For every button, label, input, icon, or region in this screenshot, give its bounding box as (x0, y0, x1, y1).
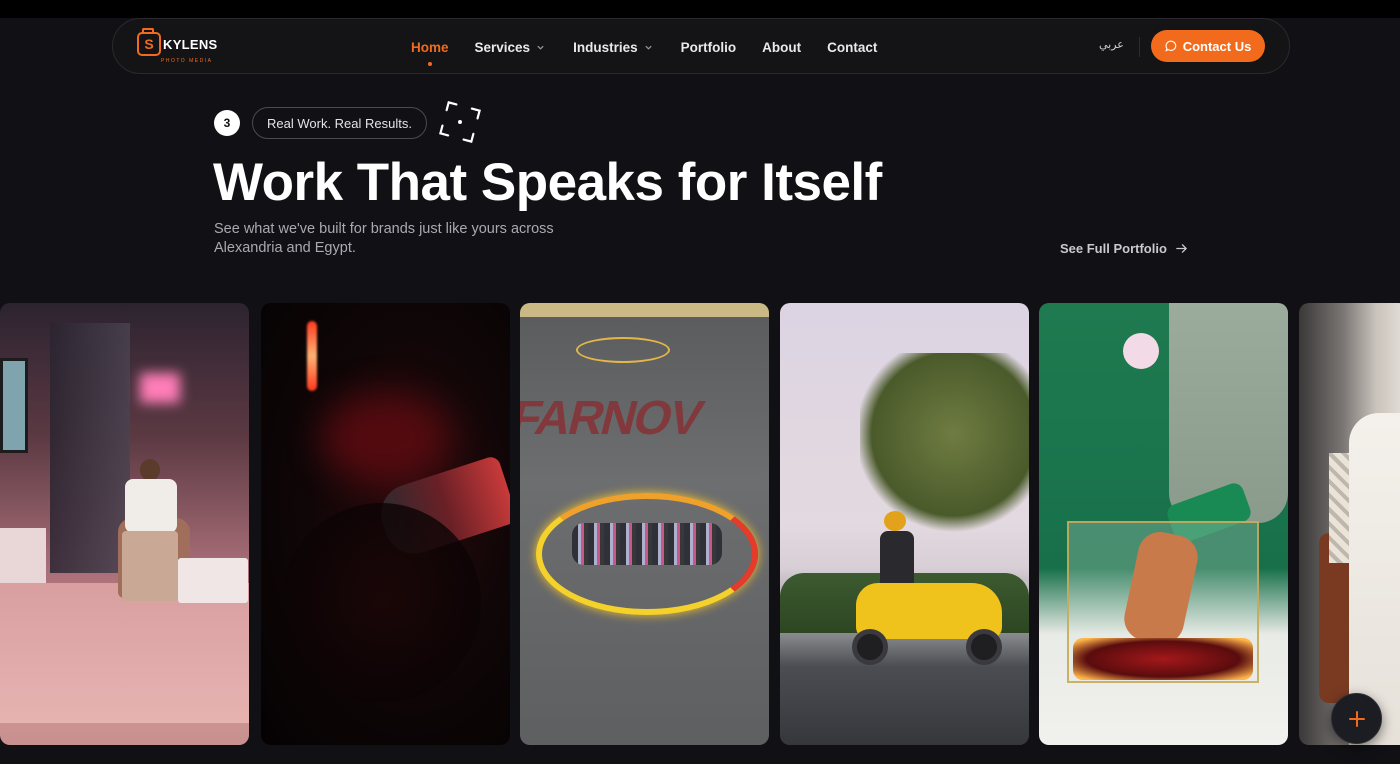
person-head-image (140, 459, 160, 481)
scooters-group-image (572, 523, 722, 565)
contact-us-label: Contact Us (1182, 38, 1252, 54)
plus-icon (1348, 710, 1365, 727)
arrow-right-icon (1176, 244, 1187, 253)
portfolio-card-aerial[interactable]: FARNOV (520, 303, 769, 745)
contact-us-button[interactable]: Contact Us (1151, 30, 1265, 62)
logo-text: KYLENS (163, 36, 218, 52)
left-cabinet-image (0, 528, 46, 583)
nav-item-services[interactable]: Services (475, 40, 546, 55)
tv-screen-image (0, 358, 28, 453)
browser-top-strip (0, 0, 1400, 18)
portfolio-card-living-room[interactable] (0, 303, 249, 745)
nav-portfolio-label: Portfolio (680, 39, 737, 55)
portfolio-card-seated-woman[interactable] (1299, 303, 1400, 745)
floor-image (0, 583, 249, 723)
red-glow-image (321, 393, 451, 483)
nav-home-label: Home (411, 39, 449, 55)
nav-links: Home Services Industries Portfolio About… (411, 19, 877, 75)
helipad-marking-image (576, 337, 670, 363)
scooter-rear-wheel-image (852, 629, 888, 665)
nav-item-contact[interactable]: Contact (827, 40, 877, 55)
section-step-badge: 3 (214, 110, 240, 136)
rider-helmet-image (884, 511, 906, 531)
chevron-down-icon (644, 45, 652, 50)
person-legs-image (122, 531, 178, 601)
portfolio-card-glass-box[interactable] (1039, 303, 1288, 745)
scooter-front-wheel-image (966, 629, 1002, 665)
logo-letter: S (144, 36, 154, 52)
nav-industries-label: Industries (573, 39, 638, 55)
nav-about-label: About (762, 39, 802, 55)
aerial-top-sand-image (520, 303, 769, 317)
see-full-portfolio-label: See Full Portfolio (1060, 241, 1167, 256)
shirt-badge-image (1123, 333, 1159, 369)
nav-item-home[interactable]: Home (411, 39, 449, 66)
nav-services-label: Services (474, 39, 531, 55)
language-toggle[interactable]: عربي (1099, 38, 1124, 51)
section-tagline: Real Work. Real Results. (267, 115, 412, 131)
nav-item-industries[interactable]: Industries (573, 40, 653, 55)
brand-logo[interactable]: S KYLENS PHOTO MEDIA (137, 28, 218, 64)
pink-lamp-image (140, 373, 180, 403)
section-tagline-pill: Real Work. Real Results. (252, 107, 427, 139)
nav-divider (1139, 37, 1140, 57)
floating-plus-button[interactable] (1331, 693, 1382, 744)
chat-bubble-icon (1164, 40, 1176, 52)
portfolio-card-motorcycle[interactable] (261, 303, 510, 745)
focus-frame-icon (439, 101, 481, 143)
hero-description: See what we've built for brands just lik… (214, 221, 554, 256)
red-light-image (307, 321, 317, 391)
logo-camera-icon: S (137, 28, 161, 56)
main-navbar: S KYLENS PHOTO MEDIA Home Services Indus… (112, 18, 1290, 74)
nav-item-about[interactable]: About (762, 40, 801, 55)
red-petals-image (1073, 638, 1253, 680)
motorcycle-body-image (281, 503, 481, 703)
see-full-portfolio-link[interactable]: See Full Portfolio (1060, 241, 1188, 256)
brand-road-text: FARNOV (520, 392, 707, 445)
rider-body-image (880, 531, 914, 591)
person-shirt-image (125, 479, 177, 533)
nav-contact-label: Contact (827, 39, 878, 55)
portfolio-card-scooter-rider[interactable] (780, 303, 1029, 745)
chevron-down-icon (537, 45, 544, 50)
logo-tagline: PHOTO MEDIA (161, 58, 213, 64)
side-table-image (178, 558, 248, 603)
page-title: Work That Speaks for Itself (213, 153, 882, 212)
nav-item-portfolio[interactable]: Portfolio (681, 40, 737, 55)
tree-image (860, 353, 1029, 533)
